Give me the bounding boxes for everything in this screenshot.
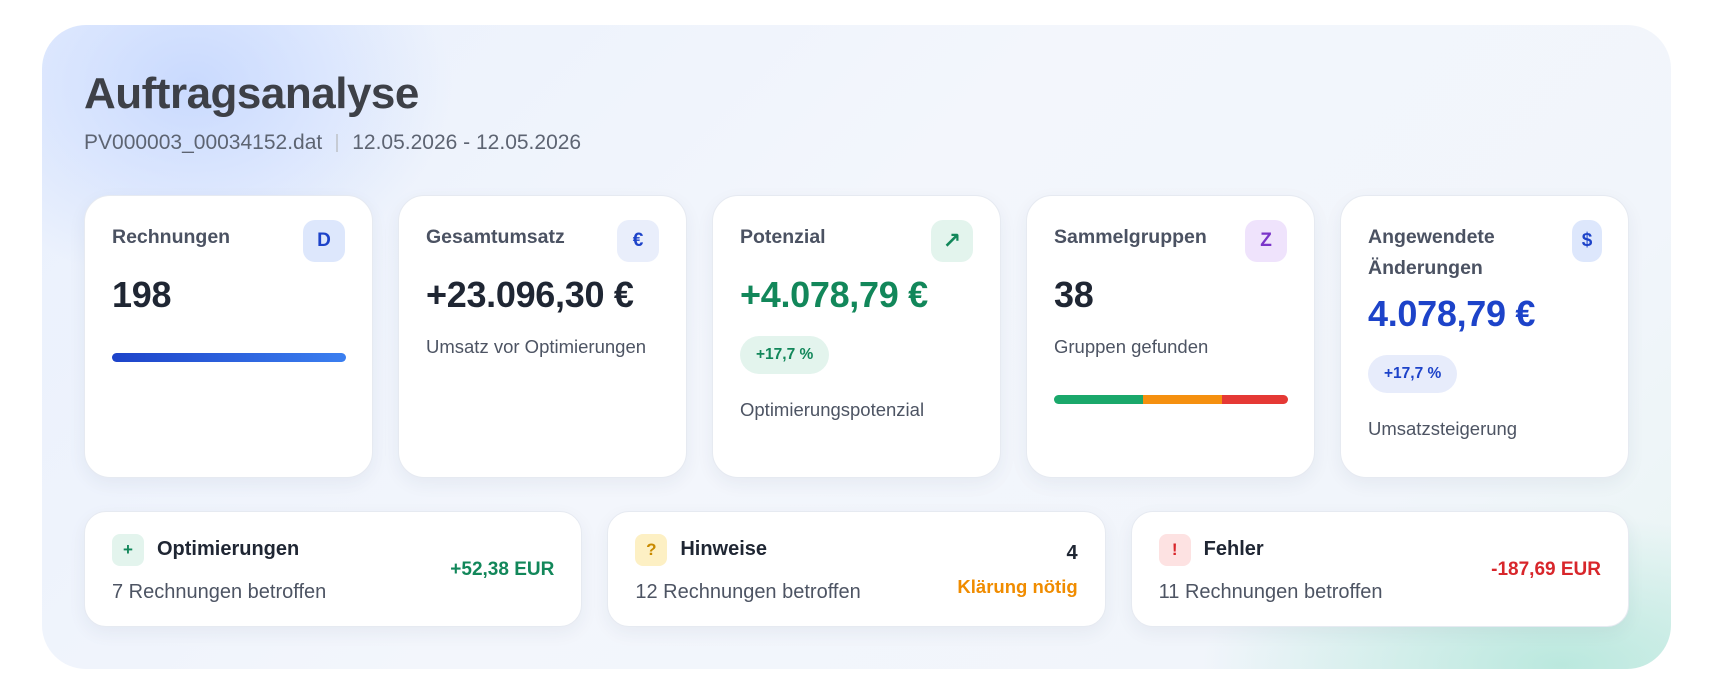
info-card-optimizations[interactable]: + Optimierungen 7 Rechnungen betroffen +… [84,511,583,627]
kpi-label: Sammelgruppen [1054,226,1207,248]
info-count: 4 [1066,542,1078,564]
kpi-value: 38 [1054,274,1094,315]
separator [336,134,339,152]
plus-icon: + [112,534,144,566]
info-title: Fehler [1203,538,1264,560]
kpi-value: +23.096,30 € [426,274,634,315]
kpi-label: Potenzial [740,226,826,248]
file-name: PV000003_00034152.dat [84,131,323,154]
exclamation-icon: ! [1158,534,1191,566]
file-info: PV000003_00034152.dat 12.05.2026 - 12.05… [84,131,581,155]
kpi-card-applied-changes[interactable]: Angewendete Änderungen $ 4.078,79 € +17,… [1340,195,1629,478]
document-letter-icon: D [303,220,345,262]
percent-badge: +17,7 % [1368,355,1458,393]
kpi-row: Rechnungen D 198 Gesamtumsatz € +23.096,… [84,195,1629,478]
info-amount: -187,69 EUR [1491,559,1601,580]
kpi-caption: Optimierungspotenzial [740,399,925,420]
bar-segment-2 [1222,395,1288,404]
info-title: Hinweise [680,538,768,560]
kpi-caption: Umsatzsteigerung [1368,418,1518,439]
bar-segment-1 [1142,395,1223,404]
info-status: Klärung nötig [957,576,1078,597]
info-card-errors[interactable]: ! Fehler 11 Rechnungen betroffen -187,69… [1130,511,1629,627]
segmented-bar [1054,395,1288,404]
page-title: Auftragsanalyse [84,69,419,118]
question-icon: ? [635,534,668,566]
kpi-label: Rechnungen [112,226,231,248]
info-card-notes[interactable]: ? Hinweise 12 Rechnungen betroffen 4 Klä… [607,511,1106,627]
date-range: 12.05.2026 - 12.05.2026 [352,131,582,154]
progress-bar [112,353,346,362]
percent-badge: +17,7 % [740,336,830,374]
info-caption: 12 Rechnungen betroffen [635,581,861,603]
kpi-label: Angewendete Änderungen [1368,226,1495,279]
kpi-value: 4.078,79 € [1368,293,1536,334]
kpi-value: +4.078,79 € [740,274,928,315]
analysis-panel: Auftragsanalyse PV000003_00034152.dat 12… [42,25,1671,669]
dollar-icon: $ [1572,220,1602,262]
info-amount: +52,38 EUR [450,559,555,580]
kpi-caption: Gruppen gefunden [1054,336,1209,357]
info-title: Optimierungen [157,538,300,560]
kpi-card-total-revenue[interactable]: Gesamtumsatz € +23.096,30 € Umsatz vor O… [398,195,687,478]
kpi-label: Gesamtumsatz [426,226,565,248]
kpi-caption: Umsatz vor Optimierungen [426,336,647,357]
info-caption: 11 Rechnungen betroffen [1158,581,1383,603]
kpi-value: 198 [112,274,172,315]
euro-icon: € [617,220,659,262]
group-letter-icon: Z [1245,220,1287,262]
kpi-card-collection-groups[interactable]: Sammelgruppen Z 38 Gruppen gefunden [1026,195,1315,478]
kpi-card-potential[interactable]: Potenzial ↗ +4.078,79 € +17,7 % Optimier… [712,195,1001,478]
info-row: + Optimierungen 7 Rechnungen betroffen +… [84,511,1629,627]
trend-up-icon: ↗ [931,220,973,262]
bar-segment-0 [1054,395,1143,404]
info-caption: 7 Rechnungen betroffen [112,581,327,603]
kpi-card-invoices[interactable]: Rechnungen D 198 [84,195,373,478]
